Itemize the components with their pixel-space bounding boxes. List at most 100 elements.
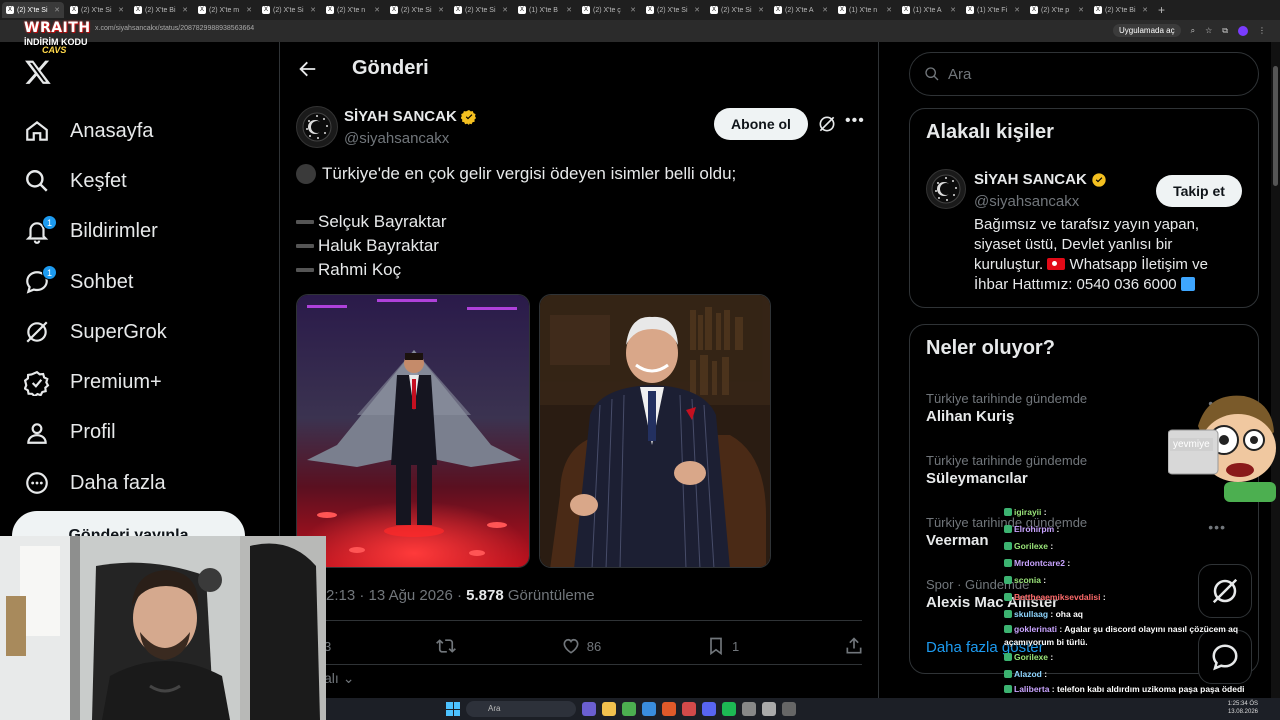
share-button[interactable]: [844, 636, 864, 656]
author-handle[interactable]: @siyahsancakx: [344, 130, 449, 147]
extensions-icon[interactable]: ⧉: [1222, 26, 1228, 36]
firefox-icon[interactable]: [662, 702, 676, 716]
close-tab-icon[interactable]: ✕: [630, 6, 636, 14]
browser-tab[interactable]: X (2) X'te Si ✕: [386, 2, 448, 18]
chat-username[interactable]: Mrdontcare2: [1014, 558, 1065, 568]
url-text[interactable]: x.com/siyahsancakx/status/20878299889385…: [95, 25, 254, 32]
browser-tab[interactable]: X (2) X'te m ✕: [194, 2, 256, 18]
browser-tab[interactable]: X (2) X'te Si ✕: [2, 2, 64, 18]
nav-item-daha-fazla[interactable]: Daha fazla: [20, 458, 270, 508]
close-tab-icon[interactable]: ✕: [246, 6, 252, 14]
more-options-icon[interactable]: •••: [845, 112, 865, 130]
close-tab-icon[interactable]: ✕: [1142, 6, 1148, 14]
back-arrow-icon[interactable]: [296, 58, 318, 80]
discord-icon[interactable]: [702, 702, 716, 716]
close-tab-icon[interactable]: ✕: [886, 6, 892, 14]
repost-button[interactable]: [436, 636, 456, 656]
follow-button[interactable]: Takip et: [1156, 175, 1242, 207]
nav-item-ke-fet[interactable]: Keşfet: [20, 156, 270, 206]
subscribe-button[interactable]: Abone ol: [714, 108, 808, 140]
search-placeholder[interactable]: Ara: [948, 66, 971, 83]
browser-menu-icon[interactable]: ⋮: [1258, 26, 1266, 35]
browser-tab[interactable]: X (2) X'te Bi ✕: [1090, 2, 1152, 18]
browser-tab[interactable]: X (1) X'te Fi ✕: [962, 2, 1024, 18]
scroll-thumb[interactable]: [1273, 66, 1278, 186]
browser-tab[interactable]: X (2) X'te ç ✕: [578, 2, 640, 18]
chat-username[interactable]: Elrohirpm: [1014, 524, 1054, 534]
bookmark-star-icon[interactable]: ☆: [1205, 26, 1212, 35]
close-tab-icon[interactable]: ✕: [310, 6, 316, 14]
close-tab-icon[interactable]: ✕: [566, 6, 572, 14]
close-tab-icon[interactable]: ✕: [54, 6, 60, 14]
windows-start-icon[interactable]: [446, 702, 460, 716]
x-logo-icon[interactable]: [24, 58, 52, 86]
close-tab-icon[interactable]: ✕: [374, 6, 380, 14]
nav-item-sohbet[interactable]: 1 Sohbet: [20, 257, 270, 307]
copilot-icon[interactable]: [582, 702, 596, 716]
author-name-text[interactable]: SİYAH SANCAK: [344, 108, 457, 125]
taskbar-search[interactable]: Ara: [466, 701, 576, 717]
close-tab-icon[interactable]: ✕: [182, 6, 188, 14]
open-in-app-button[interactable]: Uygulamada aç: [1113, 24, 1181, 37]
page-scrollbar[interactable]: [1271, 42, 1280, 708]
browser-tab[interactable]: X (2) X'te Si ✕: [450, 2, 512, 18]
nav-item-profil[interactable]: Profil: [20, 408, 270, 458]
browser-tab[interactable]: X (2) X'te p ✕: [1026, 2, 1088, 18]
bookmark-button[interactable]: 1: [706, 636, 739, 656]
profile-avatar[interactable]: [1238, 25, 1248, 36]
chat-username[interactable]: Laliberta: [1014, 684, 1049, 694]
close-tab-icon[interactable]: ✕: [1014, 6, 1020, 14]
app-icon[interactable]: [762, 702, 776, 716]
close-tab-icon[interactable]: ✕: [758, 6, 764, 14]
post-date[interactable]: 13 Ağu 2026: [369, 587, 453, 604]
chat-username[interactable]: sconia: [1014, 575, 1041, 585]
nav-item-bildirimler[interactable]: 1 Bildirimler: [20, 207, 270, 257]
browser-tab[interactable]: X (1) X'te A ✕: [898, 2, 960, 18]
file-explorer-icon[interactable]: [602, 702, 616, 716]
related-handle[interactable]: @siyahsancakx: [974, 193, 1079, 210]
chat-username[interactable]: Gorilexe: [1014, 652, 1048, 662]
related-name[interactable]: SİYAH SANCAK: [974, 171, 1107, 188]
grok-icon[interactable]: [817, 114, 837, 134]
app-icon[interactable]: [742, 702, 756, 716]
related-avatar[interactable]: [926, 169, 966, 209]
spotify-icon[interactable]: [722, 702, 736, 716]
post-photo-2[interactable]: [539, 294, 771, 568]
chat-username[interactable]: Gorilexe: [1014, 541, 1048, 551]
related-name-text[interactable]: SİYAH SANCAK: [974, 171, 1087, 188]
close-tab-icon[interactable]: ✕: [950, 6, 956, 14]
search-bar[interactable]: Ara: [909, 52, 1259, 96]
close-tab-icon[interactable]: ✕: [438, 6, 444, 14]
chat-username[interactable]: skullaag: [1014, 609, 1048, 619]
browser-tab[interactable]: X (2) X'te Bi ✕: [130, 2, 192, 18]
browser-tab[interactable]: X (2) X'te n ✕: [322, 2, 384, 18]
nav-item-supergrok[interactable]: SuperGrok: [20, 307, 270, 357]
chat-username[interactable]: Bettheaemiksevdalisi: [1014, 592, 1100, 602]
reply-sort-toggle[interactable]: alı ⌄: [324, 670, 354, 687]
edge-icon[interactable]: [642, 702, 656, 716]
browser-tab[interactable]: X (2) X'te Si ✕: [642, 2, 704, 18]
browser-tab[interactable]: X (1) X'te n ✕: [834, 2, 896, 18]
chat-username[interactable]: igirayii: [1014, 507, 1041, 517]
new-tab-button[interactable]: +: [1158, 3, 1165, 17]
browser-tab[interactable]: X (2) X'te Si ✕: [66, 2, 128, 18]
close-tab-icon[interactable]: ✕: [502, 6, 508, 14]
close-tab-icon[interactable]: ✕: [118, 6, 124, 14]
zoom-icon[interactable]: ⌕: [1191, 26, 1195, 36]
chat-username[interactable]: Alazod: [1014, 669, 1042, 679]
nav-item-anasayfa[interactable]: Anasayfa: [20, 106, 270, 156]
author-name[interactable]: SİYAH SANCAK: [344, 108, 477, 125]
like-button[interactable]: 86: [561, 636, 601, 656]
obs-icon[interactable]: [782, 702, 796, 716]
post-time[interactable]: 2:13: [326, 587, 355, 604]
browser-tab[interactable]: X (1) X'te B ✕: [514, 2, 576, 18]
close-tab-icon[interactable]: ✕: [822, 6, 828, 14]
browser-tab[interactable]: X (2) X'te A ✕: [770, 2, 832, 18]
app-icon[interactable]: [682, 702, 696, 716]
browser-tab[interactable]: X (2) X'te Si ✕: [258, 2, 320, 18]
close-tab-icon[interactable]: ✕: [1078, 6, 1084, 14]
close-tab-icon[interactable]: ✕: [694, 6, 700, 14]
post-photo-1[interactable]: [296, 294, 530, 568]
author-avatar[interactable]: [296, 106, 338, 148]
browser-tab[interactable]: X (2) X'te Si ✕: [706, 2, 768, 18]
